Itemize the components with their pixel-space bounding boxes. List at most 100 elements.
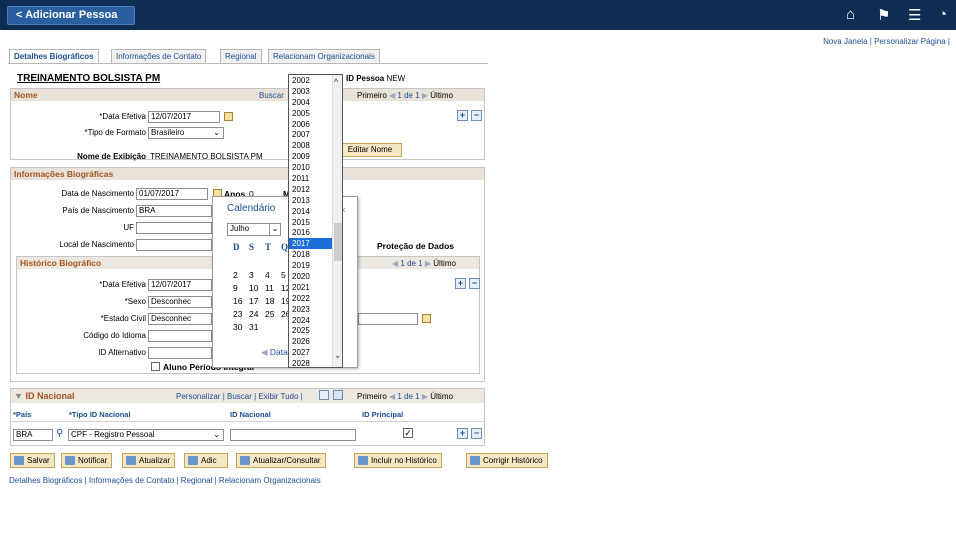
tab-biographic[interactable]: Detalhes Biográficos	[9, 49, 99, 64]
prev-icon[interactable]: ◀	[389, 91, 395, 100]
delete-row-icon[interactable]: −	[471, 110, 482, 121]
calendar-day[interactable]: 16	[233, 296, 249, 306]
save-button[interactable]: Salvar	[10, 453, 55, 468]
month-select[interactable]: Julho ⌄	[227, 223, 281, 236]
nome-search-link[interactable]: Buscar	[259, 91, 284, 100]
tipo-formato-select[interactable]: Brasileiro ⌄	[148, 127, 224, 139]
calendar-day[interactable]: 18	[265, 296, 281, 306]
uf-input[interactable]	[136, 222, 212, 234]
flag-icon[interactable]: ⚑	[877, 6, 890, 24]
idnac-id-input[interactable]	[230, 429, 356, 441]
first-link[interactable]: Primeiro	[357, 91, 387, 100]
last-link[interactable]: Último	[433, 259, 456, 268]
nav-count: 1 de 1	[400, 259, 423, 268]
alt-id-input[interactable]	[148, 347, 212, 359]
add-row-icon[interactable]: +	[455, 278, 466, 289]
prev-icon[interactable]: ◀	[392, 259, 398, 268]
scroll-up-icon[interactable]: ^	[334, 77, 338, 87]
correct-history-label: Corrigir Histórico	[483, 456, 543, 465]
pais-nasc-input[interactable]: BRA	[136, 205, 212, 217]
nome-data-efetiva-input[interactable]: 12/07/2017	[148, 111, 220, 123]
local-nasc-input[interactable]	[136, 239, 212, 251]
calendar-day[interactable]: 4	[265, 270, 281, 280]
idnac-principal-checkbox[interactable]: ✓	[403, 428, 413, 438]
calendar-day[interactable]: 17	[249, 296, 265, 306]
nasc-input[interactable]: 01/07/2017	[136, 188, 208, 200]
calendar-day[interactable]: 23	[233, 309, 249, 319]
calendar-icon[interactable]	[422, 314, 431, 323]
notify-icon	[65, 456, 75, 465]
search-icon[interactable]: ⚲	[56, 428, 63, 439]
calendar-icon[interactable]	[224, 112, 233, 121]
idnac-tipo-select[interactable]: CPF - Registro Pessoal ⌄	[68, 429, 224, 441]
tab-org-relations[interactable]: Relacionam Organizacionais	[268, 49, 380, 64]
prev-icon[interactable]: ◀	[389, 392, 395, 401]
tipo-formato-value: Brasileiro	[151, 128, 185, 137]
grid-icon[interactable]	[333, 390, 343, 400]
next-icon[interactable]: ▶	[422, 91, 428, 100]
exibicao-label: Nome de Exibição	[77, 152, 146, 161]
personalize-page-link[interactable]: Personalizar Página	[874, 37, 946, 46]
scrollbar[interactable]: ^ ⌄	[332, 75, 342, 367]
calendar-day[interactable]: 25	[265, 309, 281, 319]
menu-icon[interactable]: ☰	[908, 6, 921, 24]
tab-contact[interactable]: Informações de Contato	[111, 49, 207, 64]
calendar-day[interactable]: 2	[233, 270, 249, 280]
last-link[interactable]: Último	[430, 91, 453, 100]
add-button[interactable]: Adic	[184, 453, 228, 468]
delete-row-icon[interactable]: −	[469, 278, 480, 289]
estado-civil-select[interactable]: Desconhec	[148, 313, 212, 325]
delete-row-icon[interactable]: −	[471, 428, 482, 439]
add-row-icon[interactable]: +	[457, 428, 468, 439]
weekday: S	[249, 242, 255, 252]
navbar-icon[interactable]: ◔	[938, 6, 947, 23]
correct-history-button[interactable]: Corrigir Histórico	[466, 453, 548, 468]
idnac-links[interactable]: Personalizar | Buscar | Exibir Tudo |	[176, 392, 303, 401]
collapse-icon[interactable]: ▼	[14, 391, 23, 401]
idioma-input[interactable]	[148, 330, 212, 342]
calendar-day[interactable]: 30	[233, 322, 249, 332]
include-history-icon	[358, 456, 368, 465]
idnac-pais-input[interactable]: BRA	[13, 429, 53, 441]
top-links: Nova Janela | Personalizar Página |	[823, 37, 950, 46]
footer-links[interactable]: Detalhes Biográficos | Informações de Co…	[9, 476, 321, 485]
refresh-button[interactable]: Atualizar	[122, 453, 176, 468]
include-history-label: Incluir no Histórico	[371, 456, 437, 465]
zoom-icon[interactable]	[319, 390, 329, 400]
tab-regional[interactable]: Regional	[220, 49, 262, 64]
calendar-day[interactable]: 24	[249, 309, 265, 319]
edit-name-button[interactable]: Editar Nome	[338, 143, 402, 157]
col-pais: *País	[13, 410, 32, 419]
alt-id-label: ID Alternativo	[98, 348, 146, 357]
last-link[interactable]: Último	[430, 392, 453, 401]
calendar-day[interactable]: 3	[249, 270, 265, 280]
nav-count: 1 de 1	[397, 392, 420, 401]
aluno-checkbox[interactable]	[151, 362, 160, 371]
calendar-day[interactable]: 11	[265, 283, 281, 293]
scroll-thumb[interactable]	[334, 223, 342, 261]
notify-button[interactable]: Notificar	[61, 453, 113, 468]
scroll-down-icon[interactable]: ⌄	[334, 350, 342, 361]
next-icon[interactable]: ▶	[425, 259, 431, 268]
year-dropdown[interactable]: 2002 2003 2004 2005 2006 2007 2008 2009 2010 2011…	[288, 74, 343, 368]
person-id: ID Pessoa NEW	[346, 74, 405, 83]
sexo-select[interactable]: Desconhec	[148, 296, 212, 308]
calendar-footer: ◀ Data	[261, 347, 288, 358]
first-link[interactable]: Primeiro	[357, 392, 387, 401]
include-history-button[interactable]: Incluir no Histórico	[354, 453, 442, 468]
new-window-link[interactable]: Nova Janela	[823, 37, 867, 46]
update-display-button[interactable]: Atualizar/Consultar	[236, 453, 326, 468]
calendar-day[interactable]: 31	[249, 322, 265, 332]
back-button[interactable]: < Adicionar Pessoa	[7, 6, 135, 25]
refresh-icon	[126, 456, 136, 465]
add-row-icon[interactable]: +	[457, 110, 468, 121]
home-icon[interactable]: ⌂	[846, 6, 855, 23]
next-icon[interactable]: ▶	[422, 392, 428, 401]
hist-data-efetiva-input[interactable]: 12/07/2017	[148, 279, 212, 291]
estado-civil-date-input[interactable]	[358, 313, 418, 325]
today-link[interactable]: Data	[270, 347, 288, 357]
historico-nav: ◀ 1 de 1 ▶ Último	[392, 259, 456, 268]
calendar-day[interactable]: 10	[249, 283, 265, 293]
calendar-day[interactable]: 9	[233, 283, 249, 293]
prev-icon[interactable]: ◀	[261, 347, 268, 357]
